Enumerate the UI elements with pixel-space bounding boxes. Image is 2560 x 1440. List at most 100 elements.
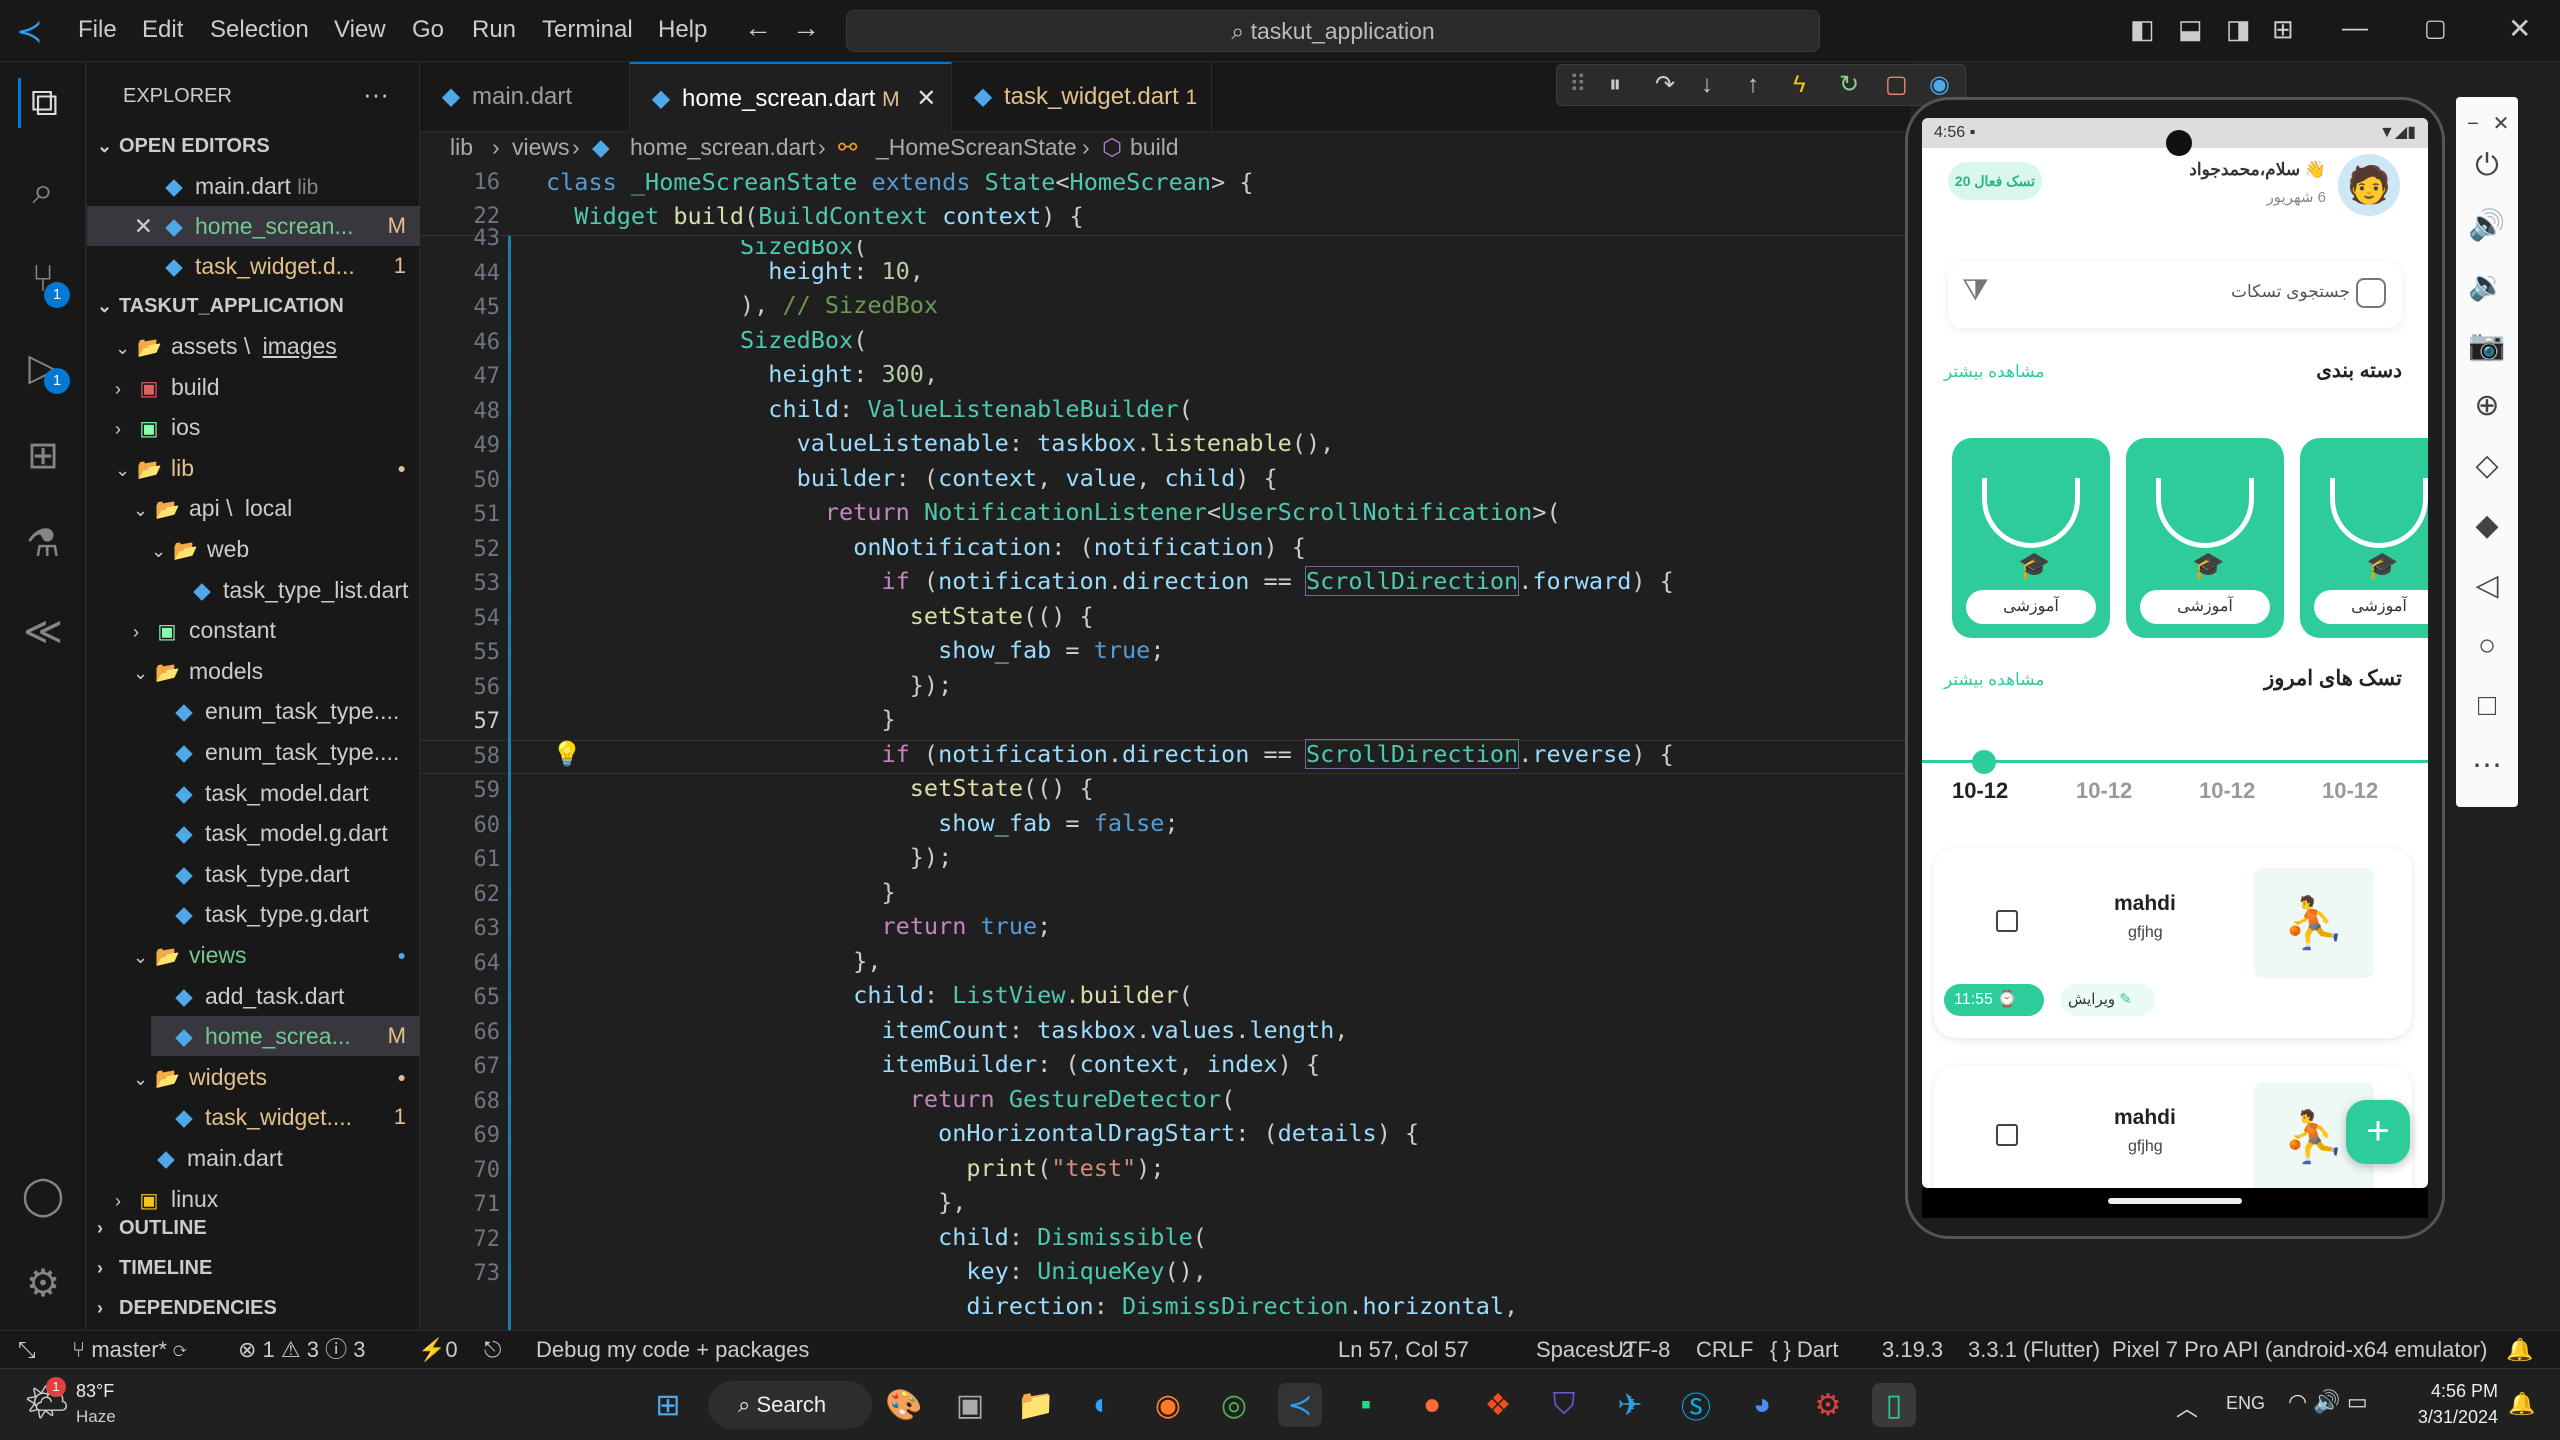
step-into-icon[interactable]: ↓ <box>1701 65 1713 105</box>
line-ending[interactable]: CRLF <box>1696 1331 1753 1369</box>
code-line[interactable]: return NotificationListener<UserScrollNo… <box>740 498 1561 526</box>
file-item[interactable]: ◆ task_type.g.dart <box>151 894 420 934</box>
widgets-icon[interactable]: 🎨 <box>882 1383 926 1427</box>
folder-item[interactable]: ⌄ 📂 assets \ images <box>115 326 420 366</box>
task-view-icon[interactable]: ▣ <box>948 1383 992 1427</box>
date-item[interactable]: 10-12 <box>2322 778 2378 804</box>
minimize-icon[interactable]: − <box>2460 103 2486 145</box>
overview-icon[interactable]: □ <box>2466 685 2508 727</box>
postman-icon[interactable]: ● <box>1410 1383 1454 1427</box>
code-line[interactable]: show_fab = true; <box>740 636 1164 664</box>
menu-help[interactable]: Help <box>658 16 707 44</box>
firefox-icon[interactable]: ◉ <box>1146 1383 1190 1427</box>
branch-item[interactable]: ⑂ master* ⟳ <box>72 1331 186 1369</box>
extensions-icon[interactable]: ⊞ <box>18 430 68 480</box>
account-icon[interactable]: ◯ <box>18 1170 68 1220</box>
code-line[interactable]: return GestureDetector( <box>740 1085 1235 1113</box>
flutter-icon[interactable]: ≪ <box>18 606 68 656</box>
add-task-fab[interactable]: + <box>2346 1100 2410 1164</box>
file-item[interactable]: ◆ task_type_list.dart <box>169 570 420 610</box>
task-card[interactable]: mahdi gfjhg ⛹ <box>1934 1066 2412 1188</box>
date-item[interactable]: 10-12 <box>2199 778 2255 804</box>
folder-item[interactable]: ⌄ 📂 views ● <box>133 935 420 975</box>
open-editor-item-active[interactable]: ✕ ◆ home_screan... M <box>87 206 420 246</box>
file-item[interactable]: ◆ task_model.dart <box>151 773 420 813</box>
timeline-section[interactable]: › TIMELINE <box>97 1248 430 1288</box>
app-icon[interactable]: ◕ <box>1740 1383 1784 1427</box>
folder-item[interactable]: › ▣ build <box>115 367 420 407</box>
code-line[interactable]: }, <box>740 1188 966 1216</box>
date-item[interactable]: 10-12 <box>2076 778 2132 804</box>
debug-config[interactable]: Debug my code + packages <box>536 1331 809 1369</box>
search-icon[interactable]: ⌕ <box>18 166 68 216</box>
code-line[interactable]: builder: (context, value, child) { <box>740 464 1278 492</box>
code-line[interactable]: setState(() { <box>740 774 1094 802</box>
rotate-left-icon[interactable]: ◇ <box>2466 445 2508 487</box>
close-tab-icon[interactable]: ✕ <box>916 85 936 112</box>
camera-icon[interactable]: 📷 <box>2466 325 2508 367</box>
maximize-icon[interactable]: ▢ <box>2424 14 2447 43</box>
toggle-panel-icon[interactable]: ⬓ <box>2178 14 2203 45</box>
file-item[interactable]: ◆ task_widget.... 1 <box>151 1097 420 1137</box>
phone-screen[interactable]: 4:56 ▪ ▼◢▮ 🧑 👋 سلام،محمدجواد 6 شهریور 20 … <box>1922 118 2428 1188</box>
taskbar-search[interactable]: ⌕ Search <box>708 1381 872 1429</box>
category-card[interactable]: 🎓 آموزشی <box>1952 438 2110 638</box>
menu-go[interactable]: Go <box>412 16 444 44</box>
hot-reload-icon[interactable]: ϟ <box>1793 65 1806 105</box>
chrome-icon[interactable]: ◎ <box>1212 1383 1256 1427</box>
code-line[interactable]: child: ValueListenableBuilder( <box>740 395 1192 423</box>
zoom-icon[interactable]: ⊕ <box>2466 385 2508 427</box>
language-indicator[interactable]: ENG <box>2226 1393 2265 1414</box>
code-line[interactable]: onNotification: (notification) { <box>740 533 1306 561</box>
code-line[interactable]: show_fab = false; <box>740 809 1179 837</box>
step-over-icon[interactable]: ↷ <box>1655 65 1675 105</box>
telegram-icon[interactable]: ✈ <box>1608 1383 1652 1427</box>
menu-run[interactable]: Run <box>472 16 516 44</box>
rotate-right-icon[interactable]: ◆ <box>2466 505 2508 547</box>
volume-up-icon[interactable]: 🔊 <box>2466 205 2508 247</box>
folder-item[interactable]: ⌄ 📂 widgets ● <box>133 1057 420 1097</box>
code-line[interactable]: child: Dismissible( <box>740 1223 1207 1251</box>
flutter-version[interactable]: 3.3.1 (Flutter) <box>1968 1331 2100 1369</box>
code-line[interactable]: return true; <box>740 912 1051 940</box>
code-line[interactable]: if (notification.direction == ScrollDire… <box>740 738 1674 769</box>
home-gesture-bar[interactable] <box>2108 1198 2242 1204</box>
folder-item[interactable]: › ▣ constant <box>133 610 420 650</box>
vpn-icon[interactable]: ⛉ <box>1542 1383 1586 1427</box>
code-line[interactable]: itemBuilder: (context, index) { <box>740 1050 1320 1078</box>
edit-button[interactable]: ویرایش ✎ <box>2060 984 2156 1016</box>
explorer-icon[interactable]: ⧉ <box>18 78 68 128</box>
encoding[interactable]: UTF-8 <box>1608 1331 1670 1369</box>
edge-icon[interactable]: ◐ <box>1080 1383 1124 1427</box>
code-line[interactable]: print("test"); <box>740 1154 1164 1182</box>
menu-terminal[interactable]: Terminal <box>542 16 633 44</box>
code-line[interactable]: onHorizontalDragStart: (details) { <box>740 1119 1419 1147</box>
pause-icon[interactable]: ⏸ <box>1609 65 1621 105</box>
volume-down-icon[interactable]: 🔉 <box>2466 265 2508 307</box>
file-item[interactable]: ◆ home_screa... M <box>151 1016 420 1057</box>
code-line[interactable]: valueListenable: taskbox.listenable(), <box>740 429 1335 457</box>
code-line[interactable]: direction: DismissDirection.horizontal, <box>740 1292 1518 1320</box>
breadcrumb-file[interactable]: home_screan.dart <box>630 132 815 162</box>
see-more-link[interactable]: مشاهده بیشتر <box>1944 362 2045 382</box>
menu-view[interactable]: View <box>334 16 386 44</box>
more-icon[interactable]: ⋯ <box>2466 745 2508 787</box>
code-line[interactable]: SizedBox( <box>740 326 867 354</box>
avatar[interactable]: 🧑 <box>2338 154 2400 216</box>
code-line[interactable]: height: 300, <box>740 360 938 388</box>
settings-gear-icon[interactable]: ⚙ <box>18 1258 68 1308</box>
outline-section[interactable]: › OUTLINE <box>97 1208 430 1248</box>
notification-icon[interactable]: 🔔 <box>2508 1391 2535 1417</box>
code-line[interactable]: child: ListView.builder( <box>740 981 1193 1009</box>
emulator-taskbar-icon[interactable]: ▯ <box>1872 1383 1916 1427</box>
power-icon[interactable]: ⏻ <box>2466 145 2508 187</box>
tab-main-dart[interactable]: ◆ main.dart <box>420 62 630 132</box>
toggle-secondary-sidebar-icon[interactable]: ◨ <box>2226 14 2251 45</box>
ports-item[interactable]: ⚡0 <box>418 1331 458 1369</box>
breadcrumb-class[interactable]: _HomeScreanState <box>876 132 1077 162</box>
debug-config-icon[interactable]: ⎋ <box>484 1331 501 1369</box>
folder-item[interactable]: ⌄ 📂 models <box>133 651 420 691</box>
show-hidden-icons[interactable]: ︿ <box>2176 1391 2198 1423</box>
back-icon[interactable]: ◁ <box>2466 565 2508 607</box>
file-item[interactable]: ◆ main.dart <box>133 1138 420 1178</box>
